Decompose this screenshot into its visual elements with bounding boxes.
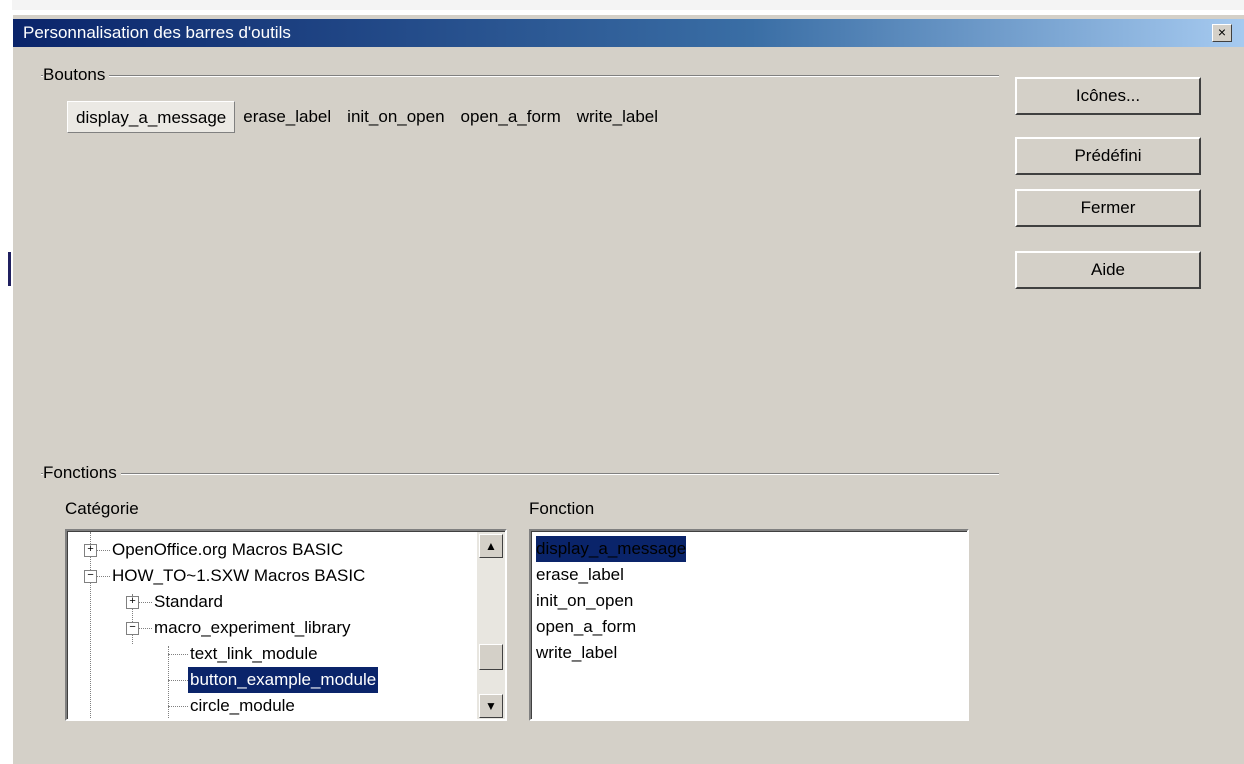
function-label: Fonction [529, 499, 595, 518]
collapse-minus-icon[interactable]: − [84, 570, 97, 583]
fonctions-group-label: Fonctions [43, 463, 121, 483]
tree-guide [90, 532, 91, 719]
tree-item-standard[interactable]: Standard [154, 589, 223, 615]
tree-connector [168, 680, 188, 681]
function-item-open-a-form[interactable]: open_a_form [536, 614, 636, 640]
tree-item-button-example-module[interactable]: button_example_module [186, 666, 380, 694]
background-app-left [0, 0, 12, 764]
tree-connector [96, 576, 110, 577]
scroll-thumb[interactable] [479, 644, 503, 670]
tree-guide [168, 646, 169, 719]
background-app-marker [8, 252, 11, 286]
close-button[interactable]: × [1212, 24, 1232, 42]
tree-item-macro-experiment-library[interactable]: macro_experiment_library [154, 615, 351, 641]
expand-plus-icon[interactable]: + [126, 596, 139, 609]
function-item-write-label[interactable]: write_label [536, 640, 617, 666]
toolbar-customize-dialog: Personnalisation des barres d'outils × B… [12, 14, 1244, 764]
category-tree-inner: + OpenOffice.org Macros BASIC − HOW_TO~1… [67, 531, 505, 719]
category-tree[interactable]: + OpenOffice.org Macros BASIC − HOW_TO~1… [65, 529, 507, 721]
arrow-down-icon: ▼ [485, 699, 497, 713]
predefined-button-label: Prédéfini [1074, 146, 1142, 165]
category-scrollbar[interactable]: ▲ ▼ [477, 532, 505, 719]
function-item-erase-label[interactable]: erase_label [536, 562, 624, 588]
predefined-button[interactable]: Prédéfini [1015, 137, 1201, 175]
toolbar-button-erase-label[interactable]: erase_label [235, 101, 339, 133]
icons-button[interactable]: Icônes... [1015, 77, 1201, 115]
function-item-display-a-message[interactable]: display_a_message [534, 535, 688, 563]
background-app-edge [0, 0, 1244, 10]
function-item-init-on-open[interactable]: init_on_open [536, 588, 633, 614]
category-label: Catégorie [65, 499, 139, 518]
help-button[interactable]: Aide [1015, 251, 1201, 289]
toolbar-buttons-row: display_a_message erase_label init_on_op… [67, 101, 666, 133]
tree-connector [168, 654, 188, 655]
tree-item-openoffice-macros[interactable]: OpenOffice.org Macros BASIC [112, 537, 343, 563]
scroll-up-button[interactable]: ▲ [479, 534, 503, 558]
toolbar-button-open-a-form[interactable]: open_a_form [453, 101, 569, 133]
toolbar-button-display-a-message[interactable]: display_a_message [67, 101, 236, 133]
dialog-title: Personnalisation des barres d'outils [23, 23, 291, 42]
collapse-minus-icon[interactable]: − [126, 622, 139, 635]
toolbar-button-init-on-open[interactable]: init_on_open [339, 101, 452, 133]
boutons-group-label: Boutons [43, 65, 110, 85]
function-list-inner: display_a_message erase_label init_on_op… [531, 531, 967, 719]
close-dialog-button[interactable]: Fermer [1015, 189, 1201, 227]
title-bar[interactable]: Personnalisation des barres d'outils × [13, 19, 1244, 47]
tree-connector [138, 628, 152, 629]
tree-item-howto-macros[interactable]: HOW_TO~1.SXW Macros BASIC [112, 563, 365, 589]
fonctions-group-line [41, 473, 999, 475]
tree-item-circle-module[interactable]: circle_module [190, 693, 295, 719]
close-icon: × [1217, 24, 1227, 40]
scroll-down-button[interactable]: ▼ [479, 694, 503, 718]
tree-connector [138, 602, 152, 603]
arrow-up-icon: ▲ [485, 539, 497, 553]
toolbar-button-write-label[interactable]: write_label [569, 101, 666, 133]
tree-connector [168, 706, 188, 707]
expand-plus-icon[interactable]: + [84, 544, 97, 557]
tree-connector [96, 550, 110, 551]
boutons-group-line [41, 75, 999, 77]
function-list[interactable]: display_a_message erase_label init_on_op… [529, 529, 969, 721]
tree-item-text-link-module[interactable]: text_link_module [190, 641, 318, 667]
